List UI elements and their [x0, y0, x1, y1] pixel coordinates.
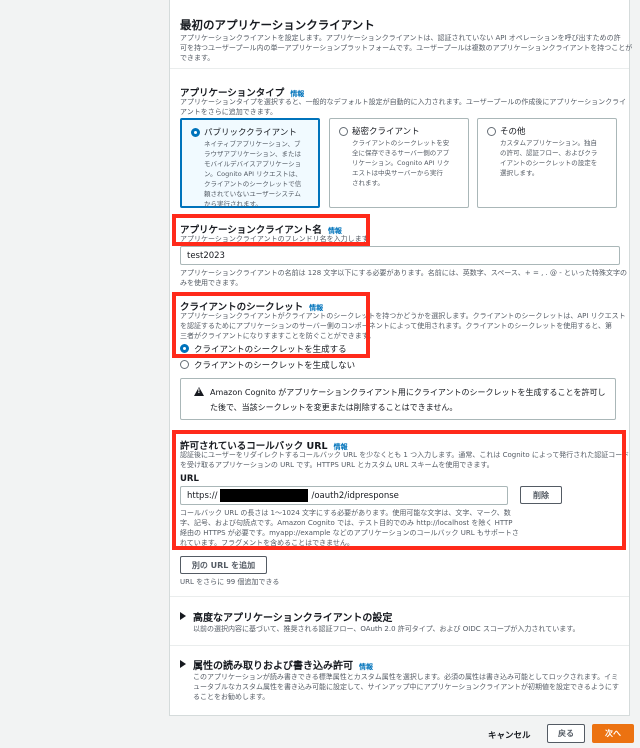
highlight-client-name — [172, 214, 370, 246]
warning-text-1: Amazon Cognito がアプリケーションクライアント用にクライアントのシ… — [210, 388, 606, 397]
caret-right-icon[interactable] — [180, 612, 186, 620]
card-desc: ネイティブアプリケーション、ブ ラウザアプリケーション、または モバイルデバイスアプ… — [204, 140, 302, 208]
header-divider — [170, 68, 629, 69]
app-type-desc-1: アプリケーションタイプを選択すると、一般的なデフォルト設定が自動的に入力されます… — [180, 98, 627, 106]
radio-other[interactable] — [487, 127, 496, 136]
card-desc: カスタムアプリケーション。独自 の許可、認証フロー、およびクラ イアントのシークレッ… — [500, 139, 598, 177]
radio-confidential[interactable] — [339, 127, 348, 136]
warning-icon — [194, 387, 204, 396]
attributes-toggle[interactable]: 属性の読み取りおよび書き込み許可 情報 — [193, 657, 373, 672]
caret-right-icon[interactable] — [180, 660, 186, 668]
attributes-info-link[interactable]: 情報 — [359, 663, 373, 671]
app-type-card-public[interactable]: パブリッククライアント ネイティブアプリケーション、ブ ラウザアプリケーション、ま… — [180, 118, 320, 208]
back-button[interactable]: 戻る — [547, 724, 585, 743]
card-title: 秘密クライアント — [352, 127, 420, 137]
section-desc-2: 可を持つユーザープール内の単一アプリケーションプラットフォームです。ユーザープー… — [180, 44, 633, 52]
section-desc-1: アプリケーションクライアントを設定します。アプリケーションクライアントは、認証さ… — [180, 34, 621, 42]
add-url-hint: URL をさらに 99 個追加できる — [180, 578, 280, 586]
next-button[interactable]: 次へ — [592, 724, 634, 743]
no-secret-label[interactable]: クライアントのシークレットを生成しない — [194, 359, 355, 371]
client-name-input[interactable]: test2023 — [180, 246, 620, 265]
card-title: パブリッククライアント — [204, 128, 297, 138]
app-type-desc-2: アントをさらに追加できます。 — [180, 108, 278, 116]
warning-text-2: た後で、当該シークレットを変更または削除することはできません。 — [210, 403, 458, 412]
attributes-desc-3: ることをお勧めします。 — [193, 693, 270, 701]
attributes-desc-1: このアプリケーションが読み書きできる標準属性とカスタム属性を選択します。必須の属… — [193, 673, 619, 681]
card-desc: クライアントのシークレットを安 全に保存できるサーバー側のアプ リケーション。Cog… — [352, 139, 450, 187]
section-desc-3: できます。 — [180, 54, 215, 62]
highlight-callback-url — [172, 430, 626, 550]
app-type-card-confidential[interactable]: 秘密クライアント クライアントのシークレットを安 全に保存できるサーバー側のアプリ… — [329, 118, 469, 208]
secret-warning-alert: Amazon Cognito がアプリケーションクライアント用にクライアントのシ… — [180, 378, 616, 420]
highlight-client-secret — [172, 292, 370, 358]
attributes-desc-2: ュータブルなカスタム属性を書き込み可能に設定して、サインアップ中にアプリケーショ… — [193, 683, 619, 691]
client-name-hint-1: アプリケーションクライアントの名前は 128 文字以下にする必要があります。名前… — [180, 269, 627, 277]
advanced-settings-toggle[interactable]: 高度なアプリケーションクライアントの設定 — [193, 609, 392, 624]
client-name-hint-2: みを使用できます。 — [180, 279, 243, 287]
radio-no-secret[interactable] — [180, 360, 189, 369]
section-title: 最初のアプリケーションクライアント — [180, 18, 375, 32]
radio-public[interactable] — [191, 128, 200, 137]
cancel-button[interactable]: キャンセル — [488, 729, 531, 741]
app-type-card-other[interactable]: その他 カスタムアプリケーション。独自 の許可、認証フロー、およびクラ イアントのシ… — [477, 118, 617, 208]
add-url-button[interactable]: 別の URL を追加 — [180, 556, 267, 574]
callback-divider — [170, 596, 629, 597]
advanced-divider — [170, 645, 629, 646]
card-title: その他 — [500, 127, 526, 137]
advanced-settings-desc: 以前の選択内容に基づいて、推奨される認証フロー、OAuth 2.0 許可タイプ、… — [193, 625, 580, 633]
